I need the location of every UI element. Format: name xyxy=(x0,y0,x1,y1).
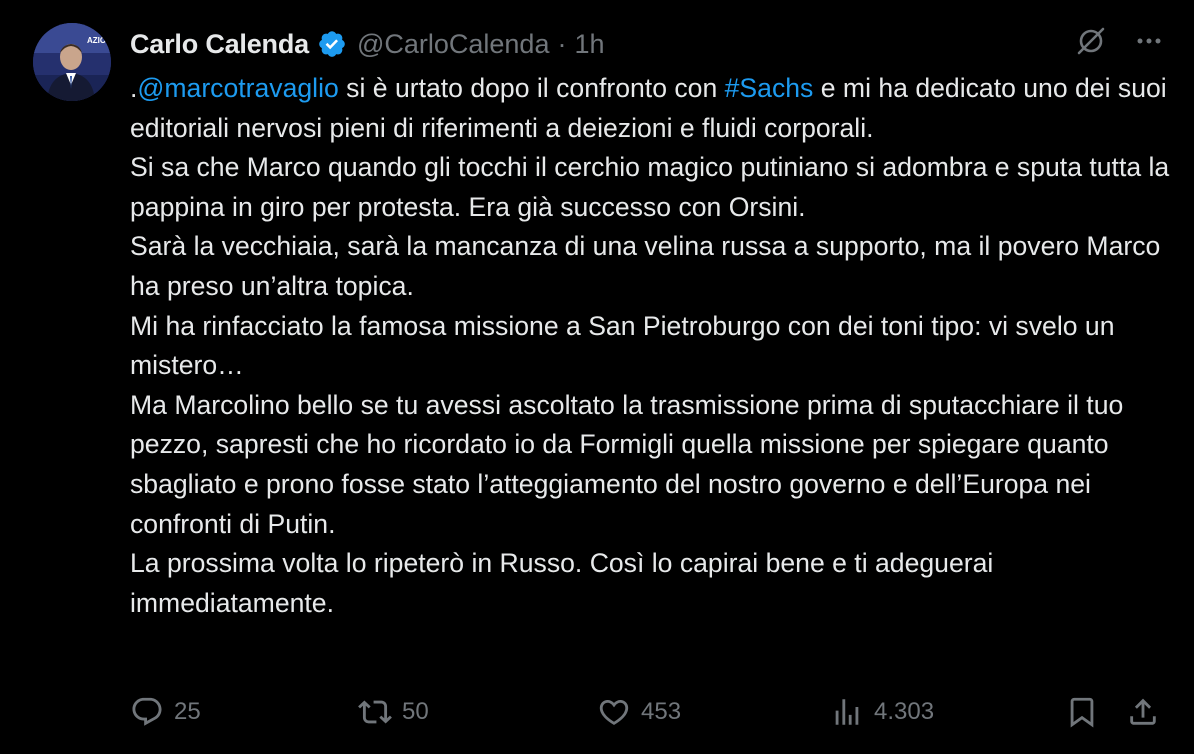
reply-button[interactable]: 25 xyxy=(130,692,201,732)
avatar-logo-text: AZIONE xyxy=(87,36,111,45)
verified-badge-icon[interactable] xyxy=(317,29,347,59)
like-button[interactable]: 453 xyxy=(597,692,681,732)
tweet-paragraph-4: Mi ha rinfacciato la famosa missione a S… xyxy=(130,310,1115,381)
action-bar: 25 50 453 4.303 xyxy=(130,692,1165,732)
tweet-paragraph-6: La prossima volta lo ripeterò in Russo. … xyxy=(130,548,994,618)
views-button[interactable]: 4.303 xyxy=(830,692,934,732)
avatar[interactable]: AZIONE xyxy=(33,23,111,101)
repost-count: 50 xyxy=(402,698,429,725)
bookmark-button[interactable] xyxy=(1065,692,1099,732)
tweet: AZIONE Carlo Calenda @CarloCalenda · 1h xyxy=(0,0,1194,754)
reply-count: 25 xyxy=(174,698,201,725)
share-icon xyxy=(1126,695,1160,729)
author-name[interactable]: Carlo Calenda xyxy=(130,29,309,60)
tweet-paragraph-2: Si sa che Marco quando gli tocchi il cer… xyxy=(130,152,1170,222)
hashtag-link[interactable]: #Sachs xyxy=(725,73,814,103)
separator-dot: · xyxy=(557,28,567,59)
reply-icon xyxy=(130,695,164,729)
text-segment: si è urtato dopo il confronto con xyxy=(338,73,725,103)
tweet-text: .@marcotravaglio si è urtato dopo il con… xyxy=(130,69,1170,623)
share-button[interactable] xyxy=(1126,692,1160,732)
post-header: Carlo Calenda @CarloCalenda · 1h xyxy=(130,24,605,64)
more-icon[interactable] xyxy=(1134,26,1164,56)
author-handle[interactable]: @CarloCalenda xyxy=(357,29,550,60)
repost-button[interactable]: 50 xyxy=(358,692,429,732)
tweet-paragraph-1: .@marcotravaglio si è urtato dopo il con… xyxy=(130,69,1170,148)
like-count: 453 xyxy=(641,698,682,725)
tweet-paragraph-5: Ma Marcolino bello se tu avessi ascoltat… xyxy=(130,389,1124,539)
post-time[interactable]: 1h xyxy=(574,29,604,60)
bookmark-icon xyxy=(1065,695,1099,729)
tweet-paragraph-3: Sarà la vecchiaia, sarà la mancanza di u… xyxy=(130,231,1161,301)
views-icon xyxy=(830,695,864,729)
grok-icon[interactable] xyxy=(1074,24,1108,58)
post-top-actions xyxy=(1074,24,1164,58)
mention-link[interactable]: @marcotravaglio xyxy=(137,73,338,103)
like-icon xyxy=(597,695,631,729)
view-count: 4.303 xyxy=(874,698,935,725)
repost-icon xyxy=(358,695,392,729)
